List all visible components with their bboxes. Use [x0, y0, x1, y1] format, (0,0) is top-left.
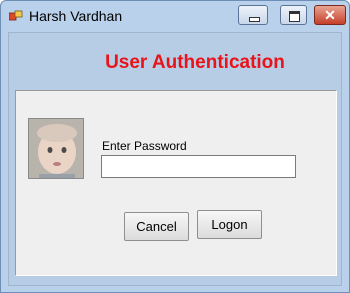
window-title: Harsh Vardhan: [29, 8, 123, 24]
cancel-button[interactable]: Cancel: [124, 212, 189, 241]
close-button[interactable]: ✕: [314, 5, 346, 25]
password-input[interactable]: [101, 155, 296, 178]
form-heading: User Authentication: [105, 52, 285, 73]
maximize-button[interactable]: [280, 5, 307, 25]
minimize-button[interactable]: [238, 5, 268, 25]
title-bar[interactable]: Harsh Vardhan ✕: [1, 1, 349, 31]
password-label: Enter Password: [102, 139, 187, 153]
user-avatar-image: [29, 119, 83, 178]
user-avatar: [28, 118, 84, 179]
app-icon: [9, 10, 23, 21]
logon-button[interactable]: Logon: [197, 210, 262, 239]
close-icon: ✕: [324, 7, 336, 23]
